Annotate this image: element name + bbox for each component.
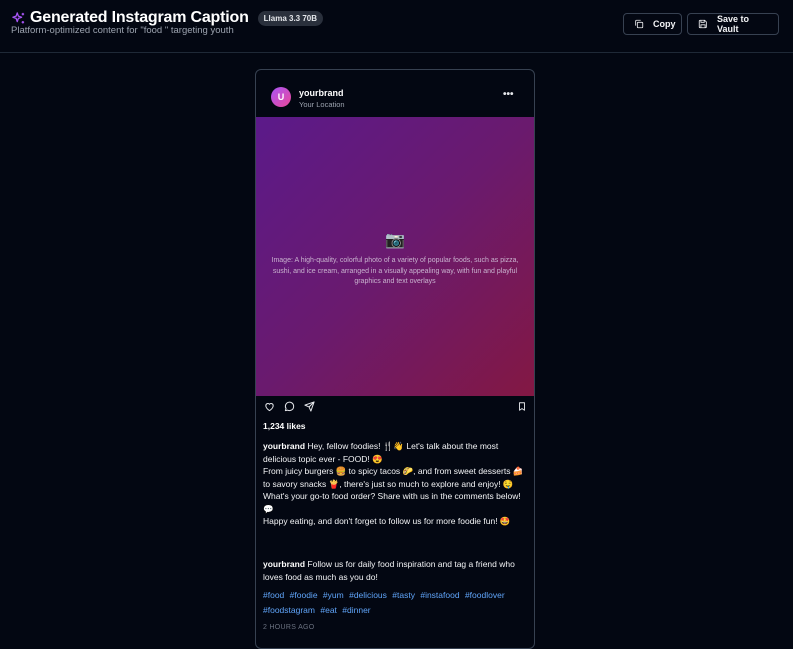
hashtag-list: #food #foodie #yum #delicious #tasty #in… bbox=[263, 588, 527, 617]
post-image-placeholder: 📷 Image: A high-quality, colorful photo … bbox=[256, 117, 534, 396]
camera-icon: 📷 bbox=[385, 232, 405, 249]
caption-line: What's your go-to food order? Share with… bbox=[263, 491, 521, 514]
top-header: Generated Instagram Caption Llama 3.3 70… bbox=[0, 0, 793, 53]
hashtag[interactable]: #food bbox=[263, 590, 284, 600]
hashtag[interactable]: #yum bbox=[323, 590, 344, 600]
post-header: U yourbrand Your Location ••• bbox=[256, 70, 534, 117]
copy-button[interactable]: Copy bbox=[623, 13, 682, 35]
avatar: U bbox=[271, 87, 291, 107]
bookmark-icon[interactable] bbox=[517, 401, 527, 412]
hashtag[interactable]: #foodstagram bbox=[263, 605, 315, 615]
heart-icon[interactable] bbox=[264, 401, 275, 412]
post-timestamp: 2 HOURS AGO bbox=[263, 624, 315, 631]
caption-body: yourbrand Hey, fellow foodies! 🍴👋 Let's … bbox=[263, 440, 527, 528]
call-to-action: yourbrand Follow us for daily food inspi… bbox=[263, 558, 527, 583]
hashtag[interactable]: #tasty bbox=[392, 590, 415, 600]
post-username: yourbrand bbox=[299, 88, 344, 98]
hashtag[interactable]: #foodie bbox=[290, 590, 318, 600]
hashtag[interactable]: #eat bbox=[320, 605, 337, 615]
image-description: Image: A high-quality, colorful photo of… bbox=[271, 257, 519, 285]
copy-icon bbox=[634, 19, 644, 29]
model-badge: Llama 3.3 70B bbox=[257, 10, 324, 26]
hashtag[interactable]: #delicious bbox=[349, 590, 387, 600]
caption-username[interactable]: yourbrand bbox=[263, 441, 305, 451]
sparkles-icon bbox=[11, 11, 26, 26]
caption-line: Happy eating, and don't forget to follow… bbox=[263, 516, 511, 526]
post-actions bbox=[256, 401, 534, 417]
save-to-vault-button[interactable]: Save to Vault bbox=[687, 13, 779, 35]
likes-count: 1,234 likes bbox=[263, 421, 306, 431]
more-options-icon[interactable]: ••• bbox=[503, 89, 514, 100]
hashtag[interactable]: #instafood bbox=[420, 590, 459, 600]
save-button-label: Save to Vault bbox=[717, 14, 750, 34]
page-subtitle: Platform-optimized content for "food " t… bbox=[11, 25, 234, 36]
hashtag[interactable]: #foodlover bbox=[465, 590, 505, 600]
comment-icon[interactable] bbox=[284, 401, 295, 412]
copy-button-label: Copy bbox=[653, 19, 676, 29]
post-location: Your Location bbox=[299, 100, 345, 109]
caption-line: From juicy burgers 🍔 to spicy tacos 🌮, a… bbox=[263, 466, 524, 489]
cta-username[interactable]: yourbrand bbox=[263, 559, 305, 569]
instagram-post-preview: U yourbrand Your Location ••• 📷 Image: A… bbox=[255, 69, 535, 649]
send-icon[interactable] bbox=[304, 401, 315, 412]
caption-line: yourbrand Hey, fellow foodies! 🍴👋 Let's … bbox=[263, 441, 499, 464]
hashtag[interactable]: #dinner bbox=[342, 605, 370, 615]
save-icon bbox=[698, 19, 708, 29]
